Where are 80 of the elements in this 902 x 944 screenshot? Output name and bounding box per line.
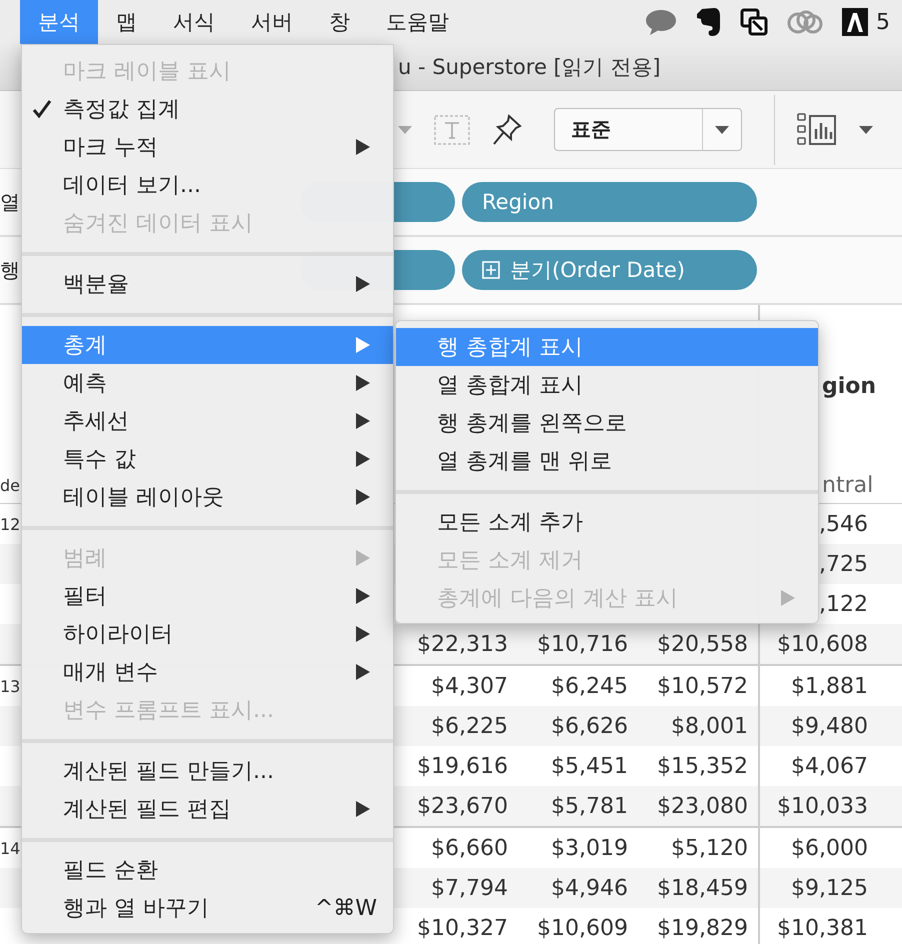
table-cell: ,122 xyxy=(819,592,868,616)
table-cell: $8,001 xyxy=(671,714,748,738)
row-header: de xyxy=(0,476,20,494)
table-cell: ,725 xyxy=(819,552,868,576)
table-cell: $18,459 xyxy=(657,876,748,900)
shelf-label: 행 xyxy=(0,256,20,284)
table-cell: $10,327 xyxy=(417,916,508,940)
table-cell: $4,067 xyxy=(791,754,868,778)
menu-item[interactable]: 열 총계를 맨 위로 xyxy=(396,442,818,480)
menu-item[interactable]: 특수 값 xyxy=(22,440,393,478)
menu-title[interactable]: 창 xyxy=(311,0,368,44)
menu-item[interactable]: 추세선 xyxy=(22,402,393,440)
menu-title[interactable]: 도움말 xyxy=(368,0,467,44)
table-cell: $6,245 xyxy=(551,674,628,698)
menu-item[interactable]: 열 총합계 표시 xyxy=(396,366,818,404)
menu-item[interactable]: 하이라이터 xyxy=(22,615,393,653)
menu-item[interactable]: 마크 누적 xyxy=(22,128,393,166)
table-cell: $4,946 xyxy=(551,876,628,900)
menu-item[interactable]: 필드 순환 xyxy=(22,851,393,889)
shelf-label: 열 xyxy=(0,188,20,216)
table-cell: $22,313 xyxy=(417,632,508,656)
table-cell: $4,307 xyxy=(431,674,508,698)
table-cell: ,546 xyxy=(819,512,868,536)
table-cell: $9,125 xyxy=(791,876,868,900)
overlapping-squares-icon[interactable] xyxy=(740,8,768,36)
table-cell: $10,716 xyxy=(537,632,628,656)
year-label: 13 xyxy=(0,676,20,696)
menu-item[interactable]: 계산된 필드 편집 xyxy=(22,790,393,828)
logo-icon[interactable] xyxy=(842,8,868,36)
menu-item[interactable]: 매개 변수 xyxy=(22,653,393,691)
table-cell: $20,558 xyxy=(657,632,748,656)
table-cell: $9,480 xyxy=(791,714,868,738)
menu-item[interactable]: 백분율 xyxy=(22,265,393,303)
caret-icon[interactable] xyxy=(715,126,729,134)
status-count: 5 xyxy=(876,10,890,34)
menu-item[interactable]: 행 총계를 왼쪽으로 xyxy=(396,404,818,442)
table-cell: $10,609 xyxy=(537,916,628,940)
table-cell: $15,352 xyxy=(657,754,748,778)
menu-item[interactable]: 필터 xyxy=(22,577,393,615)
menu-item[interactable]: 데이터 보기... xyxy=(22,166,393,204)
menu-item[interactable]: 계산된 필드 만들기... xyxy=(22,752,393,790)
table-cell: $6,225 xyxy=(431,714,508,738)
chart-icon[interactable] xyxy=(797,112,837,146)
caret-icon[interactable] xyxy=(859,126,873,134)
table-cell: $6,000 xyxy=(791,836,868,860)
menu-title[interactable]: 서식 xyxy=(155,0,233,44)
menu-title[interactable]: 맵 xyxy=(98,0,155,44)
table-cell: $5,781 xyxy=(551,794,628,818)
table-cell: $10,608 xyxy=(777,632,868,656)
table-cell: $23,080 xyxy=(657,794,748,818)
pin-icon[interactable] xyxy=(492,114,522,146)
menu-item[interactable]: 예측 xyxy=(22,364,393,402)
menu-item[interactable]: 행과 열 바꾸기 ^⌘W xyxy=(22,889,393,927)
table-cell: $10,381 xyxy=(777,916,868,940)
table-cell: $23,670 xyxy=(417,794,508,818)
table-cell: $5,120 xyxy=(671,836,748,860)
chat-bubble-icon[interactable] xyxy=(644,8,678,36)
table-cell: $10,033 xyxy=(777,794,868,818)
window-title: u - Superstore [읽기 전용] xyxy=(398,54,661,81)
table-cell: $7,794 xyxy=(431,876,508,900)
menu-item[interactable]: 테이블 레이아웃 xyxy=(22,478,393,516)
shortcut-label: ^⌘W xyxy=(314,896,377,920)
table-cell: $1,881 xyxy=(791,674,868,698)
table-cell: $6,626 xyxy=(551,714,628,738)
menu-item[interactable]: 모든 소계 추가 xyxy=(396,503,818,541)
table-cell: $19,616 xyxy=(417,754,508,778)
table-cell: $3,019 xyxy=(551,836,628,860)
menu-title[interactable]: 서버 xyxy=(233,0,311,44)
view-size-dropdown[interactable]: 표준 xyxy=(554,108,742,151)
year-label: 14 xyxy=(0,838,20,858)
table-cell: $5,451 xyxy=(551,754,628,778)
column-header: ntral xyxy=(822,472,874,498)
table-cell: $6,660 xyxy=(431,836,508,860)
elephant-icon[interactable] xyxy=(696,7,722,37)
year-label: 12 xyxy=(0,514,20,534)
expand-icon[interactable] xyxy=(482,261,500,279)
table-cell: $19,829 xyxy=(657,916,748,940)
column-header: gion xyxy=(822,374,876,398)
table-cell: $10,572 xyxy=(657,674,748,698)
menu-item[interactable]: 측정값 집계 xyxy=(22,90,393,128)
